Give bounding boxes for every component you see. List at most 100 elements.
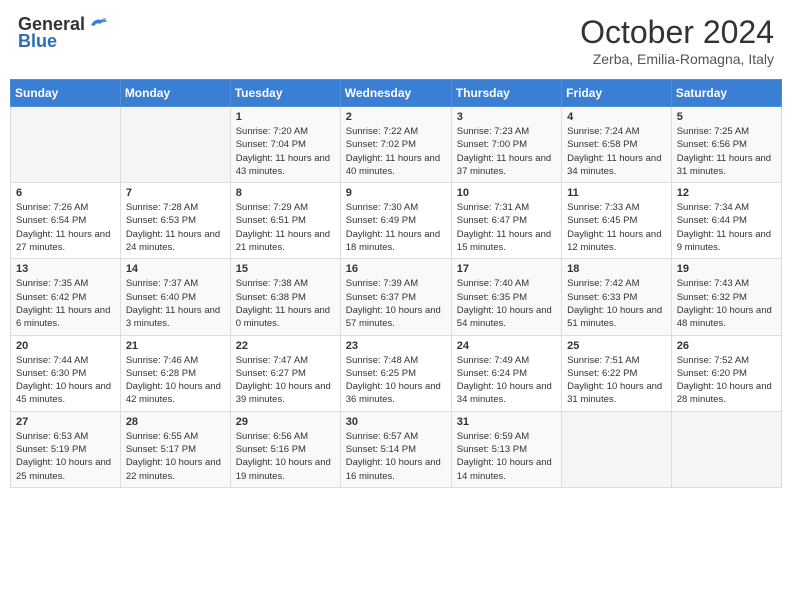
cell-content: Sunrise: 7:30 AMSunset: 6:49 PMDaylight:… <box>346 201 446 254</box>
day-number: 19 <box>677 263 776 275</box>
calendar-cell: 22 Sunrise: 7:47 AMSunset: 6:27 PMDayligh… <box>230 335 340 411</box>
day-number: 27 <box>16 416 115 428</box>
calendar-cell: 27Sunrise: 6:53 AMSunset: 5:19 PMDayligh… <box>11 411 121 487</box>
weekday-header-row: SundayMondayTuesdayWednesdayThursdayFrid… <box>11 80 782 107</box>
calendar-cell <box>562 411 672 487</box>
calendar-cell: 21 Sunrise: 7:46 AMSunset: 6:28 PMDayligh… <box>120 335 230 411</box>
day-number: 31 <box>457 416 556 428</box>
day-number: 6 <box>16 187 115 199</box>
day-number: 15 <box>236 263 335 275</box>
weekday-header: Friday <box>562 80 672 107</box>
logo: General Blue <box>18 14 109 52</box>
calendar-cell: 6Sunrise: 7:26 AMSunset: 6:54 PMDaylight… <box>11 183 121 259</box>
cell-content: Sunrise: 7:35 AMSunset: 6:42 PMDaylight:… <box>16 277 115 330</box>
day-number: 30 <box>346 416 446 428</box>
calendar-cell: 23Sunrise: 7:48 AMSunset: 6:25 PMDayligh… <box>340 335 451 411</box>
cell-content: Sunrise: 7:28 AMSunset: 6:53 PMDaylight:… <box>126 201 225 254</box>
cell-content: Sunrise: 7:20 AMSunset: 7:04 PMDaylight:… <box>236 125 335 178</box>
day-number: 12 <box>677 187 776 199</box>
calendar-cell <box>120 107 230 183</box>
cell-content: Sunrise: 7:22 AMSunset: 7:02 PMDaylight:… <box>346 125 446 178</box>
day-number: 20 <box>16 340 115 352</box>
cell-content: Sunrise: 6:59 AMSunset: 5:13 PMDaylight:… <box>457 430 556 483</box>
logo-blue-text: Blue <box>18 31 57 52</box>
calendar-cell: 3 Sunrise: 7:23 AMSunset: 7:00 PMDaylight… <box>451 107 561 183</box>
calendar-cell: 26 Sunrise: 7:52 AMSunset: 6:20 PMDayligh… <box>671 335 781 411</box>
calendar-cell: 17 Sunrise: 7:40 AMSunset: 6:35 PMDayligh… <box>451 259 561 335</box>
day-number: 1 <box>236 111 335 123</box>
day-number: 9 <box>346 187 446 199</box>
cell-content: Sunrise: 7:24 AMSunset: 6:58 PMDaylight:… <box>567 125 666 178</box>
calendar-cell: 5 Sunrise: 7:25 AMSunset: 6:56 PMDaylight… <box>671 107 781 183</box>
calendar-cell: 11 Sunrise: 7:33 AMSunset: 6:45 PMDayligh… <box>562 183 672 259</box>
cell-content: Sunrise: 7:37 AMSunset: 6:40 PMDaylight:… <box>126 277 225 330</box>
day-number: 4 <box>567 111 666 123</box>
day-number: 10 <box>457 187 556 199</box>
calendar-cell: 9 Sunrise: 7:30 AMSunset: 6:49 PMDaylight… <box>340 183 451 259</box>
cell-content: Sunrise: 7:51 AMSunset: 6:22 PMDaylight:… <box>567 354 666 407</box>
day-number: 11 <box>567 187 666 199</box>
cell-content: Sunrise: 7:23 AMSunset: 7:00 PMDaylight:… <box>457 125 556 178</box>
cell-content: Sunrise: 7:33 AMSunset: 6:45 PMDaylight:… <box>567 201 666 254</box>
cell-content: Sunrise: 7:42 AMSunset: 6:33 PMDaylight:… <box>567 277 666 330</box>
calendar-cell: 28 Sunrise: 6:55 AMSunset: 5:17 PMDayligh… <box>120 411 230 487</box>
day-number: 28 <box>126 416 225 428</box>
cell-content: Sunrise: 7:29 AMSunset: 6:51 PMDaylight:… <box>236 201 335 254</box>
day-number: 13 <box>16 263 115 275</box>
day-number: 17 <box>457 263 556 275</box>
cell-content: Sunrise: 7:49 AMSunset: 6:24 PMDaylight:… <box>457 354 556 407</box>
calendar-cell: 24 Sunrise: 7:49 AMSunset: 6:24 PMDayligh… <box>451 335 561 411</box>
day-number: 18 <box>567 263 666 275</box>
cell-content: Sunrise: 7:40 AMSunset: 6:35 PMDaylight:… <box>457 277 556 330</box>
calendar-cell: 13 Sunrise: 7:35 AMSunset: 6:42 PMDayligh… <box>11 259 121 335</box>
location-subtitle: Zerba, Emilia-Romagna, Italy <box>580 51 774 67</box>
calendar-week-row: 27Sunrise: 6:53 AMSunset: 5:19 PMDayligh… <box>11 411 782 487</box>
calendar-week-row: 1 Sunrise: 7:20 AMSunset: 7:04 PMDaylight… <box>11 107 782 183</box>
cell-content: Sunrise: 7:31 AMSunset: 6:47 PMDaylight:… <box>457 201 556 254</box>
cell-content: Sunrise: 7:52 AMSunset: 6:20 PMDaylight:… <box>677 354 776 407</box>
calendar-week-row: 6Sunrise: 7:26 AMSunset: 6:54 PMDaylight… <box>11 183 782 259</box>
cell-content: Sunrise: 6:56 AMSunset: 5:16 PMDaylight:… <box>236 430 335 483</box>
weekday-header: Sunday <box>11 80 121 107</box>
calendar-cell <box>11 107 121 183</box>
cell-content: Sunrise: 7:25 AMSunset: 6:56 PMDaylight:… <box>677 125 776 178</box>
day-number: 24 <box>457 340 556 352</box>
calendar-cell: 16Sunrise: 7:39 AMSunset: 6:37 PMDayligh… <box>340 259 451 335</box>
weekday-header: Tuesday <box>230 80 340 107</box>
cell-content: Sunrise: 6:57 AMSunset: 5:14 PMDaylight:… <box>346 430 446 483</box>
cell-content: Sunrise: 6:55 AMSunset: 5:17 PMDaylight:… <box>126 430 225 483</box>
day-number: 26 <box>677 340 776 352</box>
calendar-table: SundayMondayTuesdayWednesdayThursdayFrid… <box>10 79 782 488</box>
day-number: 8 <box>236 187 335 199</box>
calendar-cell: 1 Sunrise: 7:20 AMSunset: 7:04 PMDaylight… <box>230 107 340 183</box>
cell-content: Sunrise: 7:43 AMSunset: 6:32 PMDaylight:… <box>677 277 776 330</box>
calendar-cell: 12Sunrise: 7:34 AMSunset: 6:44 PMDayligh… <box>671 183 781 259</box>
calendar-cell: 15 Sunrise: 7:38 AMSunset: 6:38 PMDayligh… <box>230 259 340 335</box>
day-number: 21 <box>126 340 225 352</box>
logo-bird-icon <box>87 16 109 34</box>
day-number: 22 <box>236 340 335 352</box>
cell-content: Sunrise: 7:47 AMSunset: 6:27 PMDaylight:… <box>236 354 335 407</box>
day-number: 7 <box>126 187 225 199</box>
day-number: 14 <box>126 263 225 275</box>
calendar-cell <box>671 411 781 487</box>
calendar-week-row: 13 Sunrise: 7:35 AMSunset: 6:42 PMDayligh… <box>11 259 782 335</box>
day-number: 29 <box>236 416 335 428</box>
day-number: 5 <box>677 111 776 123</box>
weekday-header: Saturday <box>671 80 781 107</box>
weekday-header: Thursday <box>451 80 561 107</box>
calendar-cell: 29 Sunrise: 6:56 AMSunset: 5:16 PMDayligh… <box>230 411 340 487</box>
calendar-cell: 2Sunrise: 7:22 AMSunset: 7:02 PMDaylight… <box>340 107 451 183</box>
cell-content: Sunrise: 7:46 AMSunset: 6:28 PMDaylight:… <box>126 354 225 407</box>
page-header: General Blue October 2024 Zerba, Emilia-… <box>10 10 782 71</box>
title-section: October 2024 Zerba, Emilia-Romagna, Ital… <box>580 14 774 67</box>
calendar-cell: 31 Sunrise: 6:59 AMSunset: 5:13 PMDayligh… <box>451 411 561 487</box>
calendar-cell: 19 Sunrise: 7:43 AMSunset: 6:32 PMDayligh… <box>671 259 781 335</box>
calendar-cell: 20Sunrise: 7:44 AMSunset: 6:30 PMDayligh… <box>11 335 121 411</box>
calendar-cell: 7 Sunrise: 7:28 AMSunset: 6:53 PMDaylight… <box>120 183 230 259</box>
month-title: October 2024 <box>580 14 774 51</box>
day-number: 16 <box>346 263 446 275</box>
day-number: 3 <box>457 111 556 123</box>
day-number: 23 <box>346 340 446 352</box>
cell-content: Sunrise: 7:38 AMSunset: 6:38 PMDaylight:… <box>236 277 335 330</box>
